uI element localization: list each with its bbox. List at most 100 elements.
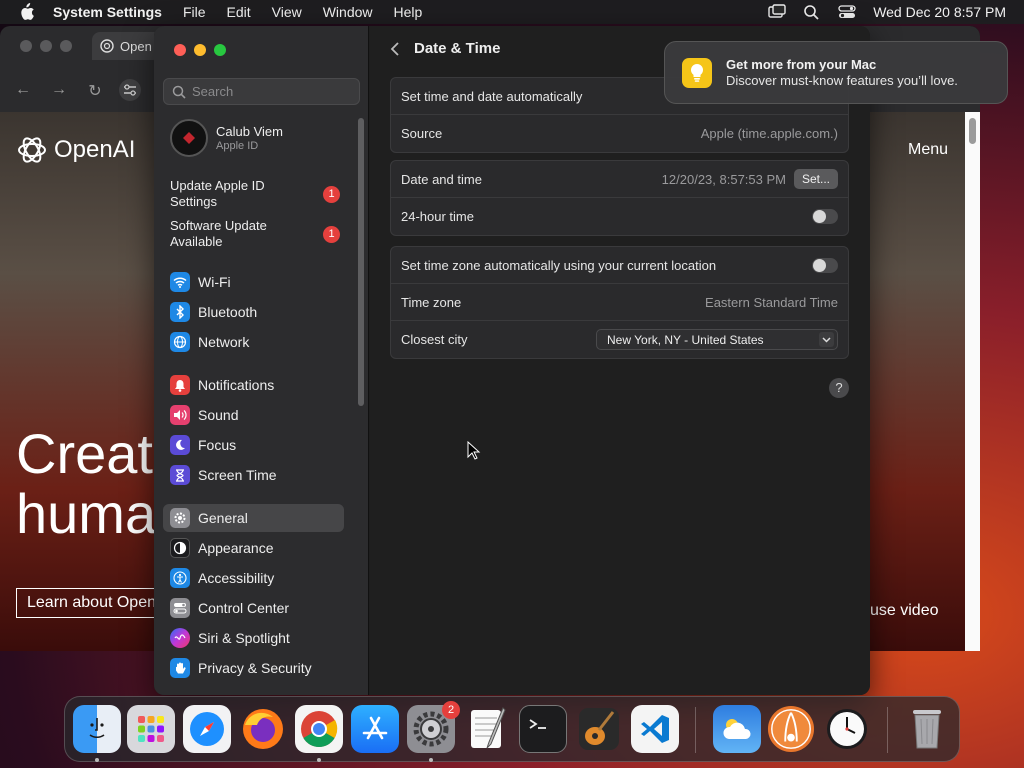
browser-tab[interactable]: Open <box>92 32 162 60</box>
browser-scrollbar[interactable] <box>965 112 980 651</box>
sidebar-item-sound[interactable]: Sound <box>163 401 344 429</box>
siri-icon <box>170 628 190 648</box>
back-chevron-icon[interactable] <box>390 41 400 57</box>
sidebar-item-label: Wi-Fi <box>198 274 231 290</box>
page-title: Date & Time <box>414 40 501 57</box>
help-button[interactable]: ? <box>829 378 849 398</box>
openai-favicon-icon <box>100 39 114 53</box>
openai-logo-text: OpenAI <box>54 136 136 163</box>
sidebar-item-label: Screen Time <box>198 467 277 483</box>
date-time-value: 12/20/23, 8:57:53 PM <box>661 171 786 187</box>
software-update-alert[interactable]: Software Update Available 1 <box>170 218 340 250</box>
sidebar-item-wifi[interactable]: Wi-Fi <box>163 268 344 296</box>
sidebar-item-label: Siri & Spotlight <box>198 630 290 646</box>
dock-system-settings[interactable]: 2 <box>407 701 460 753</box>
apple-id-account[interactable]: Calub Viem Apple ID <box>170 119 283 157</box>
appearance-icon <box>170 538 190 558</box>
dock-firefox[interactable] <box>239 705 287 753</box>
sidebar-item-general[interactable]: General <box>163 504 344 532</box>
openai-logo-icon <box>18 137 46 163</box>
app-menu[interactable]: System Settings <box>53 4 162 20</box>
menu-help[interactable]: Help <box>394 4 423 20</box>
forward-arrow-icon[interactable]: → <box>50 81 68 99</box>
menu-bar: System Settings File Edit View Window He… <box>0 0 1024 24</box>
auto-timezone-row: Set time zone automatically using your c… <box>391 247 848 284</box>
browser-scroll-thumb[interactable] <box>969 118 976 144</box>
apple-icon[interactable] <box>17 3 35 21</box>
closest-city-select[interactable]: New York, NY - United States <box>596 329 838 350</box>
sidebar-search[interactable] <box>163 78 360 105</box>
menubar-clock[interactable]: Wed Dec 20 8:57 PM <box>873 4 1006 20</box>
dock-separator <box>887 707 888 753</box>
sidebar-item-notifications[interactable]: Notifications <box>163 371 344 399</box>
sidebar-item-control-center[interactable]: Control Center <box>163 594 344 622</box>
sidebar-item-siri-spotlight[interactable]: Siri & Spotlight <box>163 624 344 652</box>
closest-city-label: Closest city <box>401 332 468 347</box>
sidebar-item-privacy-security[interactable]: Privacy & Security <box>163 654 344 682</box>
pause-video-link[interactable]: use video <box>870 602 939 620</box>
control-center-icon[interactable] <box>838 4 856 20</box>
browser-zoom-button[interactable] <box>60 40 72 52</box>
finder-running-dot <box>95 758 99 762</box>
auto-time-label: Set time and date automatically <box>401 88 583 104</box>
dock-weather[interactable] <box>713 705 761 753</box>
dock-safari[interactable] <box>183 705 231 753</box>
dock-launchpad[interactable] <box>127 705 175 753</box>
dock-orange-app[interactable] <box>767 705 815 753</box>
tips-notification[interactable]: Get more from your Mac Discover must-kno… <box>664 41 1008 104</box>
dock-separator <box>695 707 696 753</box>
screen-mirroring-icon[interactable] <box>768 4 786 20</box>
sidebar-item-label: Sound <box>198 407 239 423</box>
auto-timezone-toggle[interactable] <box>812 257 838 273</box>
site-settings-icon[interactable] <box>118 78 142 102</box>
lightbulb-icon <box>682 57 712 88</box>
minimize-button[interactable] <box>194 44 206 56</box>
toggles-icon <box>170 598 190 618</box>
dock-trash[interactable] <box>903 705 951 753</box>
zoom-button[interactable] <box>214 44 226 56</box>
menu-file[interactable]: File <box>183 4 206 20</box>
speaker-icon <box>170 405 190 425</box>
dock-finder[interactable] <box>73 705 121 753</box>
webpage-menu-link[interactable]: Menu <box>908 141 948 159</box>
dock-textedit[interactable] <box>463 705 511 753</box>
dock-chrome[interactable] <box>295 705 343 753</box>
sidebar-item-bluetooth[interactable]: Bluetooth <box>163 298 344 326</box>
sidebar-scrollbar[interactable] <box>358 118 364 406</box>
sidebar-item-label: Network <box>198 334 250 350</box>
set-date-time-button[interactable]: Set... <box>793 169 838 189</box>
sidebar-item-network[interactable]: Network <box>163 328 344 356</box>
browser-close-button[interactable] <box>20 40 32 52</box>
learn-more-button[interactable]: Learn about Open <box>16 588 166 618</box>
moon-icon <box>170 435 190 455</box>
dock-vscode[interactable] <box>631 705 679 753</box>
menu-edit[interactable]: Edit <box>227 4 251 20</box>
chrome-icon <box>301 711 338 747</box>
sidebar-item-focus[interactable]: Focus <box>163 431 344 459</box>
sidebar-item-appearance[interactable]: Appearance <box>163 534 344 562</box>
hourglass-icon <box>170 465 190 485</box>
sidebar-item-label: Focus <box>198 437 237 453</box>
24-hour-toggle[interactable] <box>812 209 838 224</box>
dock-terminal[interactable] <box>519 705 567 753</box>
update-apple-id-alert[interactable]: Update Apple ID Settings 1 <box>170 178 340 210</box>
reload-icon[interactable]: ↻ <box>86 81 104 100</box>
search-input[interactable] <box>192 84 352 99</box>
sidebar-item-accessibility[interactable]: Accessibility <box>163 564 344 592</box>
menu-view[interactable]: View <box>272 4 302 20</box>
dock-garageband[interactable] <box>575 705 623 753</box>
source-value[interactable]: Apple (time.apple.com.) <box>701 126 838 141</box>
chrome-running-dot <box>317 758 321 762</box>
browser-minimize-button[interactable] <box>40 40 52 52</box>
sidebar-item-label: General <box>198 510 248 526</box>
sidebar-item-screen-time[interactable]: Screen Time <box>163 461 344 489</box>
menu-window[interactable]: Window <box>323 4 373 20</box>
sidebar-item-label: Bluetooth <box>198 304 258 320</box>
back-arrow-icon[interactable]: ← <box>14 81 32 99</box>
dock-app-store[interactable] <box>351 705 399 753</box>
spotlight-search-icon[interactable] <box>803 4 821 20</box>
settings-dock-badge: 2 <box>442 701 460 719</box>
dock-clock[interactable] <box>823 705 871 753</box>
close-button[interactable] <box>174 44 186 56</box>
openai-logo[interactable]: OpenAI <box>16 134 135 166</box>
